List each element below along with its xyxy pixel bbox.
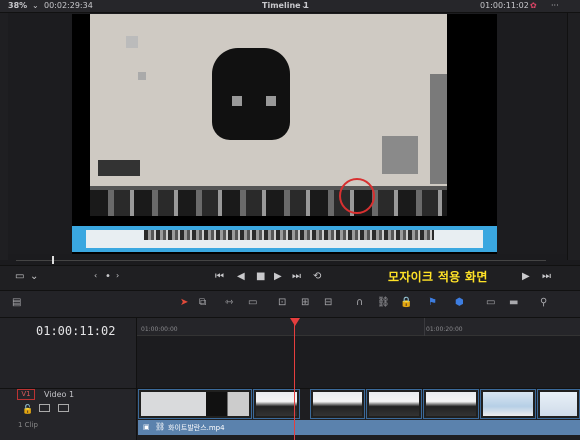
track-name[interactable]: Video 1 [44,390,74,399]
grid-icon[interactable]: ▭ [15,271,24,282]
mosaic-block [138,72,146,80]
insert-icon[interactable]: ⊡ [278,297,286,308]
track-badge[interactable]: V1 [17,389,35,400]
track-monitor-icon[interactable] [58,404,69,412]
trim-icon[interactable]: ⧉ [199,297,206,308]
mosaic-block [430,74,447,184]
clip-count: 1 Clip [18,421,38,429]
ruler-label: 01:00:00:00 [141,326,178,333]
mosaic-block [126,36,138,48]
subtitle-mosaic-text [144,230,434,240]
source-timecode: 00:02:29:34 [44,1,93,10]
overwrite-icon[interactable]: ⊞ [301,297,309,308]
track-empty-area [137,336,580,388]
subtitle-bar [72,226,497,252]
scrubber-head[interactable] [52,256,54,264]
zoom-level[interactable]: 38% [8,1,27,10]
pointer-icon[interactable]: ➤ [180,297,188,308]
lock-icon[interactable]: 🔒 [400,297,412,308]
left-gutter [0,13,8,260]
mosaic-highlight [232,96,242,106]
video-image [90,14,447,190]
record-timecode: 01:00:11:02 [480,1,529,10]
marker-icon[interactable]: ⬢ [455,297,464,308]
detail-zoom-icon[interactable]: ▬ [509,297,518,308]
timeline-ruler[interactable] [137,318,580,336]
loop-icon[interactable]: ⟲ [313,271,321,282]
link-icon[interactable]: ⛓ [377,297,390,308]
clip-thumbnail[interactable] [423,389,479,419]
more-options-icon[interactable]: ··· [551,1,559,10]
mosaic-block [382,136,418,174]
playhead-handle[interactable] [290,318,300,326]
color-wheel-icon[interactable]: ✿ [530,1,537,10]
clip-name: 화이트발란스.mp4 [168,424,225,432]
playhead[interactable] [294,318,295,440]
step-forward-icon[interactable]: ▶ [522,271,530,282]
clip-thumbnail[interactable] [253,389,300,419]
timeline-chevron-icon[interactable]: ⌄ [301,1,308,10]
blade-icon[interactable]: ▭ [248,297,257,308]
mosaic-object [212,48,290,140]
prev-clip-icon[interactable]: ‹ [94,271,97,280]
highlight-circle [339,178,375,214]
step-back-icon[interactable]: ◀ [237,271,245,282]
zoom-icon[interactable]: ⚲ [540,297,547,308]
clip-fx-icon: ▣ [143,423,150,431]
top-bar: 38% ⌄ 00:02:29:34 Timeline 1 ⌄ 01:00:11:… [0,0,580,13]
ruler-label: 01:00:20:00 [426,326,463,333]
mosaic-block [98,160,140,176]
stop-icon[interactable]: ■ [256,271,265,282]
fit-icon[interactable]: ▭ [486,297,495,308]
clip-thumbnail[interactable] [537,389,580,419]
mosaic-highlight [266,96,276,106]
play-icon[interactable]: ▶ [274,271,282,282]
skip-start-icon[interactable]: ⏮ [215,271,224,282]
dot-icon[interactable]: • [105,271,111,282]
track-visibility-icon[interactable] [39,404,50,412]
next-clip-icon[interactable]: › [116,271,119,280]
track-lock-icon[interactable]: 🔓 [22,405,33,415]
current-timecode: 01:00:11:02 [36,324,116,338]
overlay-caption: 모자이크 적용 화면 [388,270,488,284]
clip-link-icon: ⛓ [155,422,166,431]
dynamic-trim-icon[interactable]: ⇿ [225,297,233,308]
chevron-down-icon[interactable]: ⌄ [30,271,38,282]
bottom-strip [90,190,447,216]
snap-icon[interactable]: ∩ [356,297,363,308]
right-panel [567,13,580,260]
flag-icon[interactable]: ⚑ [428,297,437,308]
clip-thumbnail[interactable] [138,389,252,419]
clip-thumbnail[interactable] [366,389,422,419]
replace-icon[interactable]: ⊟ [324,297,332,308]
skip-end-icon[interactable]: ⏭ [292,271,301,282]
scrubber-track[interactable] [16,260,546,261]
transport-bar [0,265,580,290]
zoom-chevron-icon[interactable]: ⌄ [32,1,39,10]
clip-thumbnail[interactable] [480,389,536,419]
layout-icon[interactable]: ▤ [12,297,21,308]
last-frame-icon[interactable]: ⏭ [542,271,551,282]
clip-thumbnail[interactable] [310,389,365,419]
